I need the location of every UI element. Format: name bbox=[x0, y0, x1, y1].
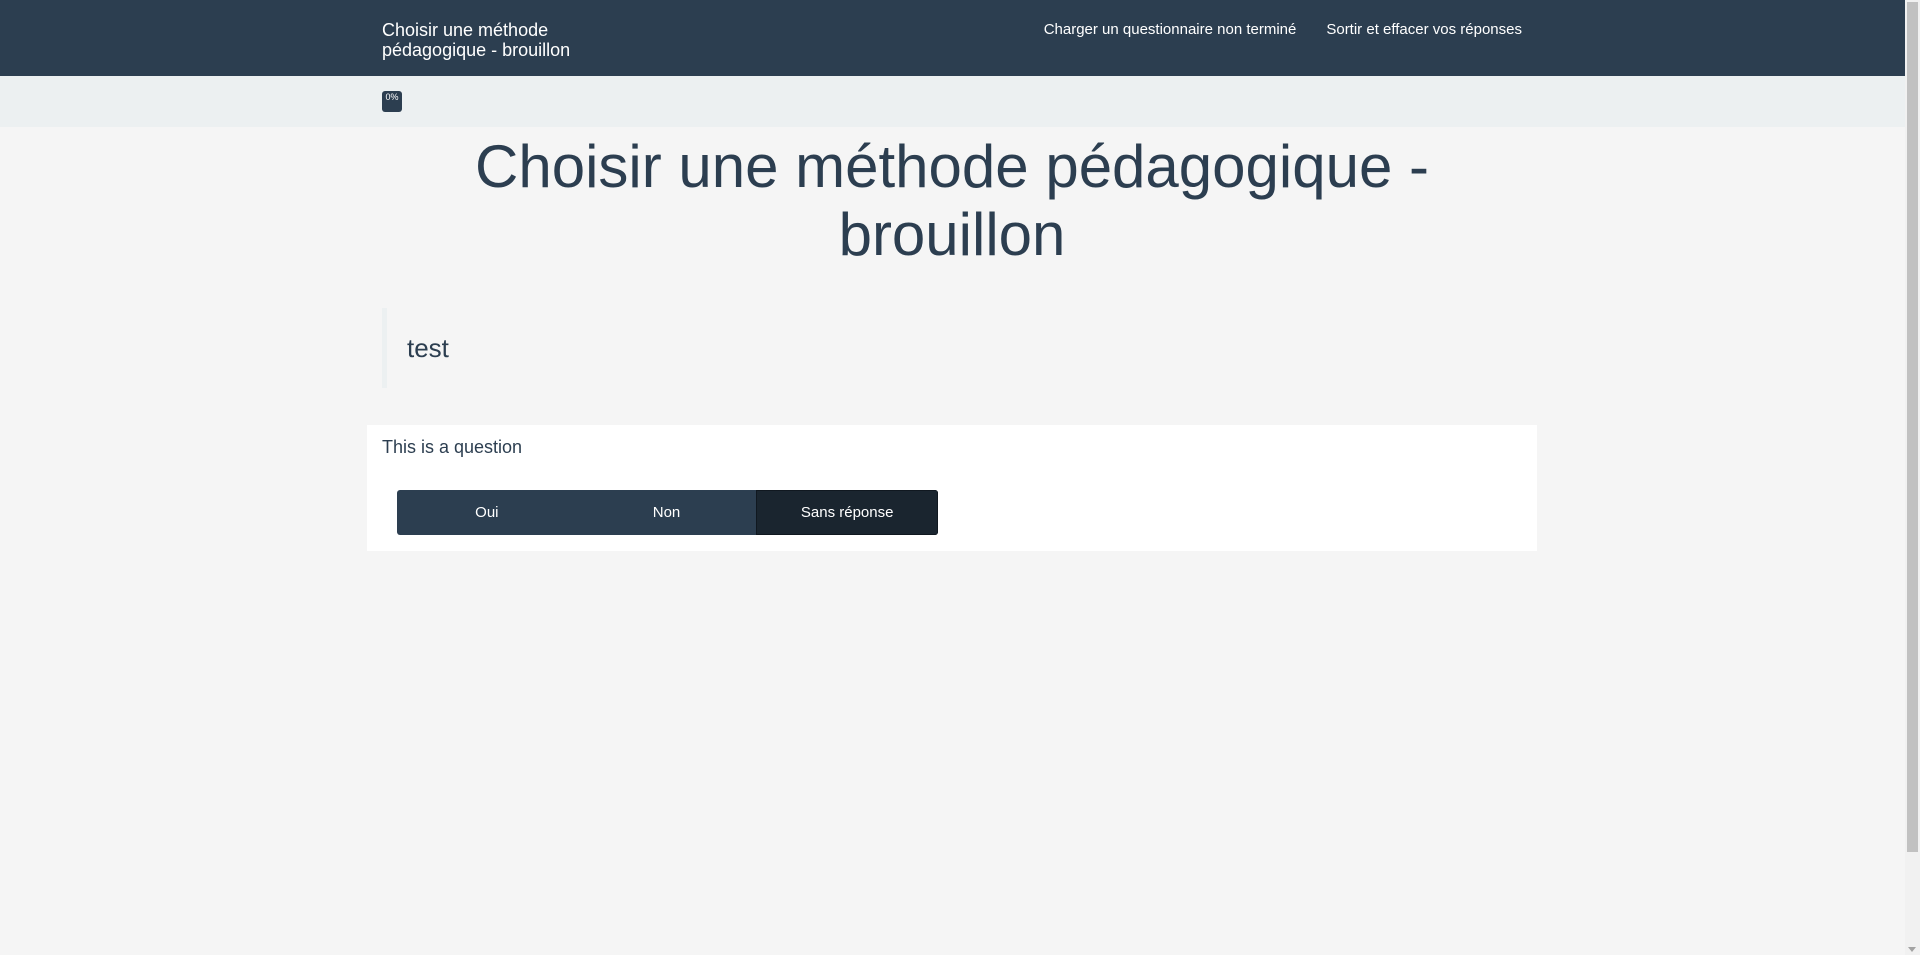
scroll-down-arrow-icon[interactable] bbox=[1908, 947, 1916, 952]
scrollbar-thumb[interactable] bbox=[1907, 2, 1918, 852]
question-text: This is a question bbox=[382, 437, 523, 457]
navbar-brand[interactable]: Choisir une méthode pédagogique - brouil… bbox=[382, 20, 612, 60]
exit-and-clear-answers-link[interactable]: Sortir et effacer vos réponses bbox=[1326, 20, 1522, 40]
answer-yes-button[interactable]: Oui bbox=[397, 490, 577, 535]
answer-button-group: Oui Non Sans réponse bbox=[397, 490, 938, 535]
description-blockquote: test bbox=[382, 308, 1522, 388]
progress-label: 0% bbox=[385, 92, 399, 102]
vertical-scrollbar[interactable] bbox=[1905, 0, 1920, 955]
answer-no-button[interactable]: Non bbox=[576, 490, 757, 535]
question-panel: This is a question Oui Non Sans réponse bbox=[367, 425, 1537, 551]
load-unfinished-questionnaire-link[interactable]: Charger un questionnaire non terminé bbox=[1044, 20, 1297, 40]
top-navbar: Choisir une méthode pédagogique - brouil… bbox=[0, 0, 1905, 76]
answer-no-response-button[interactable]: Sans réponse bbox=[756, 490, 938, 535]
progress-area: 0% bbox=[0, 76, 1905, 127]
page-title: Choisir une méthode pédagogique - brouil… bbox=[475, 133, 1429, 268]
progress-indicator: 0% bbox=[382, 91, 402, 112]
navbar-links: Charger un questionnaire non terminé Sor… bbox=[1044, 20, 1522, 40]
